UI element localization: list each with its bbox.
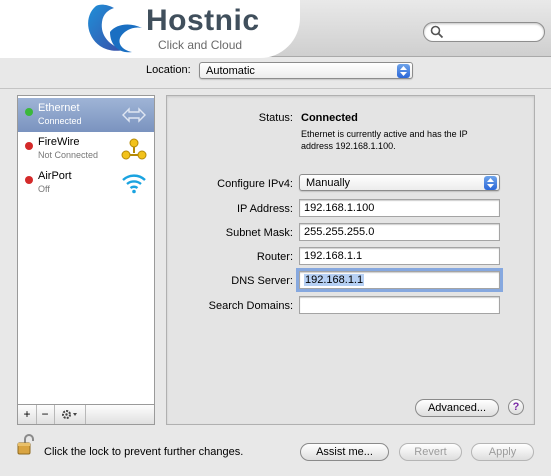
search-domains-label: Search Domains: — [208, 300, 293, 312]
service-airport[interactable]: AirPort Off — [18, 166, 154, 200]
location-select[interactable]: Automatic — [199, 62, 413, 79]
router-field[interactable]: 192.168.1.1 — [299, 247, 500, 265]
logo-tagline: Click and Cloud — [158, 38, 243, 52]
action-menu-button[interactable] — [55, 405, 86, 424]
search-input[interactable] — [423, 22, 545, 42]
configure-ipv4-select[interactable]: Manually — [299, 174, 500, 191]
divider — [0, 88, 551, 89]
status-dot — [25, 142, 33, 150]
updown-arrows-icon — [484, 176, 497, 190]
dns-server-field[interactable]: 192.168.1.1 — [296, 268, 503, 292]
gear-icon — [62, 410, 77, 419]
service-status: Off — [38, 184, 50, 194]
router-label: Router: — [256, 251, 293, 263]
logo-name: Hostnic — [146, 4, 260, 37]
ip-address-label: IP Address: — [236, 203, 293, 215]
service-ethernet[interactable]: Ethernet Connected — [18, 98, 154, 132]
add-service-button[interactable]: + — [18, 405, 37, 424]
search-icon — [430, 25, 444, 39]
configure-ipv4-value: Manually — [306, 177, 351, 189]
dns-server-value: 192.168.1.1 — [304, 274, 365, 286]
service-status: Connected — [38, 116, 82, 126]
logo: Hostnic Click and Cloud — [0, 0, 300, 58]
lock-icon[interactable] — [17, 434, 35, 456]
configure-ipv4-label: Configure IPv4: — [217, 178, 293, 190]
dns-server-label: DNS Server: — [231, 275, 293, 287]
firewire-icon — [121, 138, 147, 160]
search-domains-field[interactable] — [299, 296, 500, 314]
service-detail-panel: Status: Connected Ethernet is currently … — [166, 95, 535, 425]
revert-button[interactable]: Revert — [399, 443, 462, 461]
status-dot — [25, 176, 33, 184]
service-name: Ethernet — [38, 102, 80, 114]
status-dot — [25, 108, 33, 116]
service-list-controls: + − — [17, 404, 155, 425]
wifi-icon — [122, 174, 146, 194]
service-name: AirPort — [38, 170, 72, 182]
lock-message: Click the lock to prevent further change… — [44, 446, 244, 458]
remove-service-button[interactable]: − — [36, 405, 55, 424]
ip-address-field[interactable]: 192.168.1.100 — [299, 199, 500, 217]
help-button[interactable]: ? — [508, 399, 524, 415]
status-description: Ethernet is currently active and has the… — [301, 129, 468, 151]
status-value: Connected — [301, 112, 358, 124]
service-firewire[interactable]: FireWire Not Connected — [18, 132, 154, 166]
apply-button[interactable]: Apply — [471, 443, 534, 461]
service-status: Not Connected — [38, 150, 99, 160]
subnet-mask-label: Subnet Mask: — [225, 227, 293, 239]
status-label: Status: — [258, 112, 293, 124]
advanced-button[interactable]: Advanced... — [415, 399, 499, 417]
hostnic-wave-icon — [88, 4, 142, 53]
location-label: Location: — [146, 64, 191, 76]
location-value: Automatic — [206, 65, 255, 77]
service-list: Ethernet Connected FireWire Not Connecte… — [17, 95, 155, 425]
ethernet-arrows-icon — [122, 107, 146, 123]
service-name: FireWire — [38, 136, 80, 148]
assist-me-button[interactable]: Assist me... — [300, 443, 389, 461]
subnet-mask-field[interactable]: 255.255.255.0 — [299, 223, 500, 241]
updown-arrows-icon — [397, 64, 410, 78]
